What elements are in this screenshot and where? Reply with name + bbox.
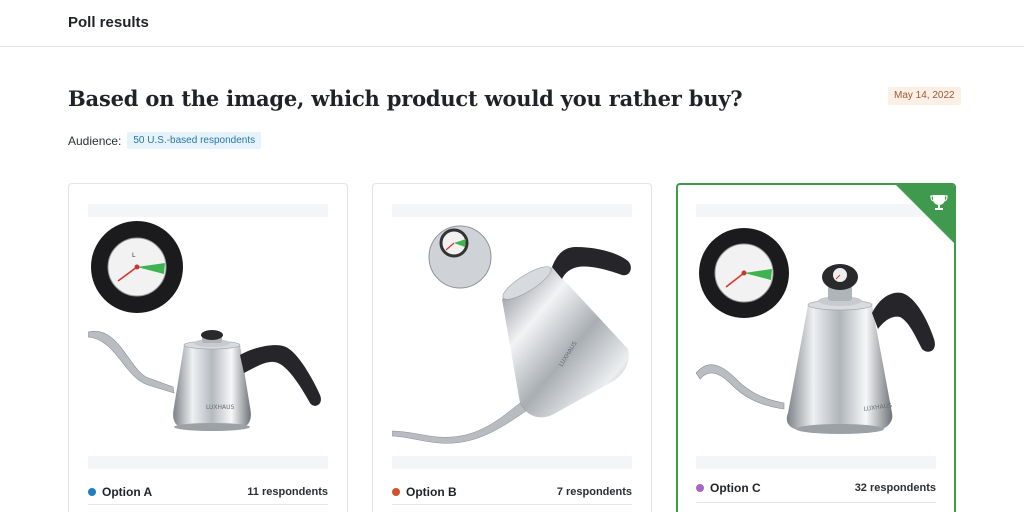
winner-ribbon	[896, 185, 954, 243]
brand-text-a: LUXHAUS	[206, 404, 235, 411]
audience-badge[interactable]: 50 U.S.-based respondents	[127, 132, 262, 149]
image-top-strip	[88, 204, 328, 217]
option-card-c[interactable]: LUXHAUS Option C 32 respondents	[676, 183, 956, 512]
option-color-dot	[392, 488, 400, 496]
respondent-count: 32 respondents	[854, 482, 936, 494]
option-label: Option C	[710, 481, 761, 495]
product-image-c[interactable]: LUXHAUS	[695, 217, 936, 456]
image-bottom-strip	[696, 456, 936, 469]
image-bottom-strip	[392, 456, 632, 469]
image-top-strip	[392, 204, 632, 217]
page-title: Poll results	[68, 14, 149, 31]
respondent-count: 7 respondents	[556, 486, 632, 498]
divider	[696, 502, 936, 503]
option-meta-a: Option A 11 respondents	[88, 482, 328, 502]
top-bar: Poll results	[0, 0, 1024, 47]
option-card-a[interactable]: L LUXHAUS Option A 11 respondents	[68, 183, 348, 512]
option-meta-b: Option B 7 respondents	[392, 482, 632, 502]
image-bottom-strip	[88, 456, 328, 469]
audience-label: Audience:	[68, 133, 122, 148]
option-color-dot	[88, 488, 96, 496]
divider	[392, 504, 632, 505]
product-image-a[interactable]: L LUXHAUS	[87, 217, 328, 456]
product-image-b[interactable]: LUXHAUS	[391, 217, 632, 456]
divider	[88, 504, 328, 505]
option-card-b[interactable]: LUXHAUS Option B 7 respondents	[372, 183, 652, 512]
respondent-count: 11 respondents	[247, 486, 328, 498]
option-label: Option A	[102, 485, 153, 499]
poll-question: Based on the image, which product would …	[68, 86, 743, 111]
date-badge: May 14, 2022	[888, 87, 961, 105]
audience-row: Audience: 50 U.S.-based respondents	[68, 132, 262, 149]
option-meta-c: Option C 32 respondents	[696, 478, 936, 498]
option-label: Option B	[406, 485, 457, 499]
option-color-dot	[696, 484, 704, 492]
